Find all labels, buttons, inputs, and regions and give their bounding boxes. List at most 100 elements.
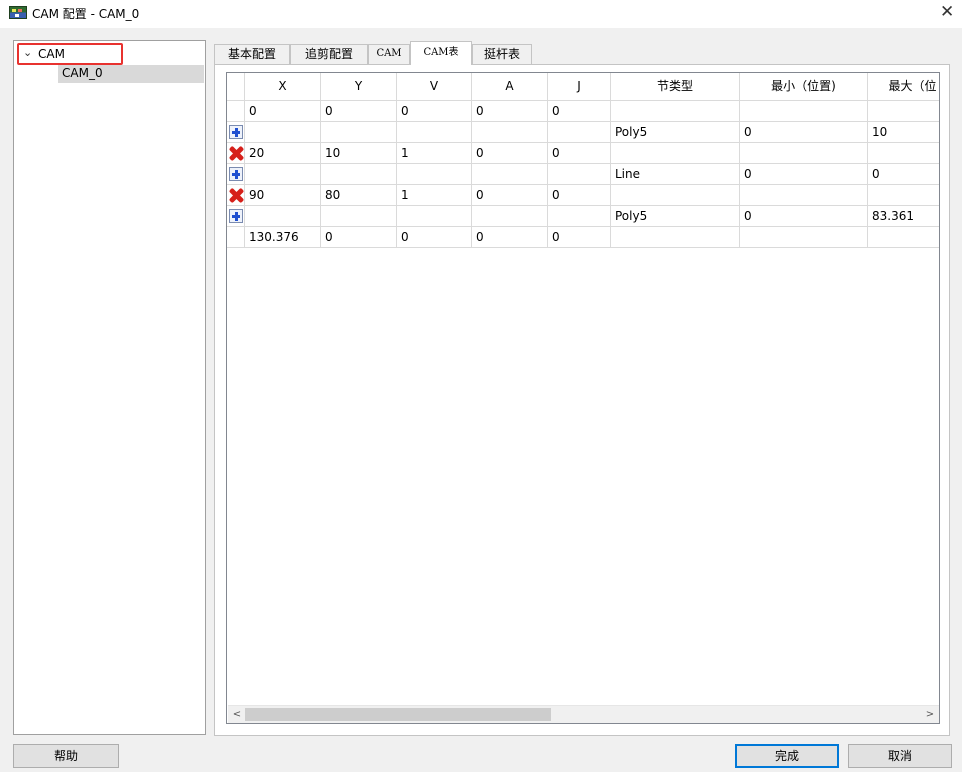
table-cell-v[interactable]: 0 — [397, 227, 472, 248]
table-cell-segment-type[interactable]: Poly5 — [611, 122, 740, 143]
table-cell-max-position[interactable]: 83.361 — [868, 206, 939, 227]
table-cell-a[interactable]: 0 — [472, 101, 548, 122]
table-cell-min-position[interactable]: 0 — [740, 164, 868, 185]
scroll-right-icon[interactable]: > — [922, 707, 938, 723]
table-cell-v[interactable]: 1 — [397, 185, 472, 206]
table-cell-j[interactable]: 0 — [548, 185, 611, 206]
table-cell-v[interactable] — [397, 164, 472, 185]
tree-item-label: CAM — [38, 47, 65, 61]
window-title: CAM 配置 - CAM_0 — [32, 7, 140, 21]
tab-flying-shear-config[interactable]: 追剪配置 — [290, 44, 368, 64]
add-icon[interactable] — [229, 209, 243, 223]
column-header-a[interactable]: A — [472, 73, 548, 101]
scroll-left-icon[interactable]: < — [229, 707, 245, 723]
app-icon — [9, 6, 27, 19]
add-icon[interactable] — [229, 125, 243, 139]
tab-basic-config[interactable]: 基本配置 — [214, 44, 290, 64]
table-cell-min-position[interactable] — [740, 101, 868, 122]
delete-icon[interactable] — [228, 146, 244, 161]
table-cell-j[interactable] — [548, 206, 611, 227]
row-icon-cell — [227, 101, 245, 122]
tab-cam-table[interactable]: CAM表 — [410, 41, 472, 65]
table-cell-y[interactable] — [321, 164, 397, 185]
table-cell-v[interactable]: 1 — [397, 143, 472, 164]
delete-icon[interactable] — [228, 188, 244, 203]
done-button[interactable]: 完成 — [735, 744, 839, 768]
close-icon[interactable]: ✕ — [940, 2, 954, 22]
table-cell-j[interactable] — [548, 122, 611, 143]
title-bar: CAM 配置 - CAM_0 ✕ — [0, 0, 962, 28]
tab-tappet-table[interactable]: 挺杆表 — [472, 44, 532, 64]
table-cell-segment-type[interactable]: Poly5 — [611, 206, 740, 227]
table-cell-max-position[interactable] — [868, 101, 939, 122]
table-cell-j[interactable]: 0 — [548, 143, 611, 164]
table-cell-min-position[interactable] — [740, 227, 868, 248]
table-cell-a[interactable] — [472, 206, 548, 227]
table-cell-x[interactable] — [245, 206, 321, 227]
table-cell-a[interactable]: 0 — [472, 143, 548, 164]
tree-item-cam-0[interactable]: CAM_0 — [58, 65, 204, 83]
column-header-v[interactable]: V — [397, 73, 472, 101]
table-cell-y[interactable]: 80 — [321, 185, 397, 206]
table-cell-v[interactable] — [397, 206, 472, 227]
table-cell-segment-type[interactable] — [611, 227, 740, 248]
table-cell-max-position[interactable] — [868, 185, 939, 206]
column-header-max-position[interactable]: 最大（位 — [868, 73, 939, 101]
row-icon-cell[interactable] — [227, 206, 245, 227]
row-icon-cell[interactable] — [227, 143, 245, 164]
table-cell-x[interactable]: 20 — [245, 143, 321, 164]
tree-item-cam[interactable]: ⌄ CAM — [17, 43, 123, 65]
table-cell-max-position[interactable] — [868, 143, 939, 164]
help-button[interactable]: 帮助 — [13, 744, 119, 768]
table-cell-y[interactable]: 10 — [321, 143, 397, 164]
table-cell-a[interactable]: 0 — [472, 185, 548, 206]
table-cell-min-position[interactable]: 0 — [740, 122, 868, 143]
table-cell-min-position[interactable] — [740, 143, 868, 164]
table-cell-x[interactable]: 130.376 — [245, 227, 321, 248]
column-header-min-position[interactable]: 最小（位置) — [740, 73, 868, 101]
tab-cam[interactable]: CAM — [368, 44, 410, 64]
table-cell-a[interactable] — [472, 164, 548, 185]
table-cell-x[interactable] — [245, 122, 321, 143]
add-icon[interactable] — [229, 167, 243, 181]
table-cell-segment-type[interactable] — [611, 143, 740, 164]
row-icon-cell[interactable] — [227, 185, 245, 206]
table-cell-y[interactable]: 0 — [321, 227, 397, 248]
row-icon-cell[interactable] — [227, 164, 245, 185]
table-cell-x[interactable]: 90 — [245, 185, 321, 206]
table-cell-a[interactable] — [472, 122, 548, 143]
column-header-j[interactable]: J — [548, 73, 611, 101]
table-cell-y[interactable]: 0 — [321, 101, 397, 122]
table-cell-v[interactable]: 0 — [397, 101, 472, 122]
cam-table: < > X Y V A J 节类型 最小（位置) 最大（位 0 0 0 0 0 Poly5 0 10 20 10 1… — [226, 72, 940, 724]
tree-item-label: CAM_0 — [62, 66, 103, 80]
table-cell-x[interactable]: 0 — [245, 101, 321, 122]
table-cell-max-position[interactable]: 0 — [868, 164, 939, 185]
table-cell-v[interactable] — [397, 122, 472, 143]
chevron-down-icon[interactable]: ⌄ — [23, 46, 32, 59]
header-corner — [227, 73, 245, 101]
table-cell-j[interactable] — [548, 164, 611, 185]
table-cell-min-position[interactable] — [740, 185, 868, 206]
column-header-y[interactable]: Y — [321, 73, 397, 101]
table-cell-x[interactable] — [245, 164, 321, 185]
table-cell-max-position[interactable] — [868, 227, 939, 248]
table-cell-j[interactable]: 0 — [548, 227, 611, 248]
row-icon-cell[interactable] — [227, 122, 245, 143]
config-tree: ⌄ CAM CAM_0 — [13, 40, 206, 735]
table-cell-j[interactable]: 0 — [548, 101, 611, 122]
table-cell-segment-type[interactable] — [611, 101, 740, 122]
column-header-x[interactable]: X — [245, 73, 321, 101]
table-cell-y[interactable] — [321, 206, 397, 227]
table-cell-y[interactable] — [321, 122, 397, 143]
table-cell-segment-type[interactable]: Line — [611, 164, 740, 185]
cancel-button[interactable]: 取消 — [848, 744, 952, 768]
column-header-segment-type[interactable]: 节类型 — [611, 73, 740, 101]
row-icon-cell — [227, 227, 245, 248]
scroll-thumb[interactable] — [245, 708, 551, 721]
horizontal-scrollbar[interactable]: < > — [228, 705, 939, 723]
table-cell-a[interactable]: 0 — [472, 227, 548, 248]
table-cell-max-position[interactable]: 10 — [868, 122, 939, 143]
table-cell-min-position[interactable]: 0 — [740, 206, 868, 227]
table-cell-segment-type[interactable] — [611, 185, 740, 206]
